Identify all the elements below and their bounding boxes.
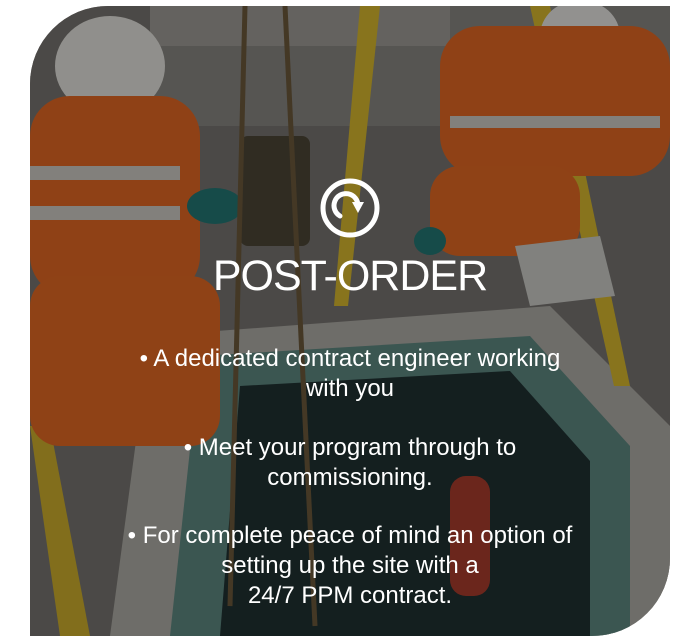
overlay-content: POST-ORDER • A dedicated contract engine… <box>30 6 670 636</box>
bullet-line: with you <box>305 375 395 402</box>
post-order-card: POST-ORDER • A dedicated contract engine… <box>30 6 670 636</box>
bullet-peace-of-mind: • For complete peace of mind an option o… <box>30 521 670 611</box>
bullet-meet-program: • Meet your program through to commissio… <box>30 433 670 493</box>
bullet-line: commissioning. <box>267 464 433 491</box>
bullet-line: • Meet your program through to <box>183 434 517 461</box>
bullet-line: • For complete peace of mind an option o… <box>127 522 573 549</box>
bullet-dedicated-engineer: • A dedicated contract engineer working … <box>30 344 670 404</box>
bullet-line: 24/7 PPM contract. <box>247 582 453 609</box>
redo-arrow-icon <box>318 176 382 240</box>
section-title: POST-ORDER <box>212 252 488 300</box>
bullet-line: setting up the site with a <box>221 552 479 579</box>
bullet-line: • A dedicated contract engineer working <box>139 345 561 372</box>
